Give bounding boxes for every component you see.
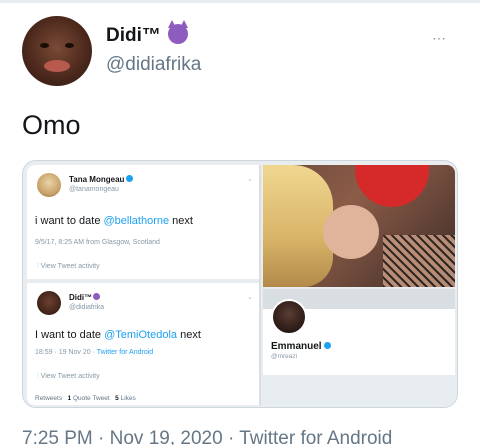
author-handle[interactable]: @didiafrika xyxy=(106,54,201,76)
tana-name-text: Tana Mongeau xyxy=(69,175,125,184)
didi-mini-name: Didi™ xyxy=(69,293,101,302)
screenshot-scrollbar xyxy=(259,165,261,405)
didi-activity: ⫶ View Tweet activity xyxy=(37,373,100,381)
author-name-text: Didi™ xyxy=(106,25,161,46)
tweet-timestamp: 7:25 PM · Nov 19, 2020 · Twitter for And… xyxy=(22,428,393,445)
didi-activity-text: View Tweet activity xyxy=(40,373,100,380)
tana-tweet-meta: 9/5/17, 8:25 AM from Glasgow, Scotland xyxy=(35,239,160,246)
kiss-photo xyxy=(263,165,455,287)
emmanuel-handle: @mreazi xyxy=(271,353,298,360)
devil-emoji-icon xyxy=(93,293,101,300)
verified-badge-icon xyxy=(126,175,134,182)
profile-card: Emmanuel @mreazi xyxy=(263,289,455,405)
devil-emoji-icon xyxy=(168,20,189,44)
avatar-eye-left xyxy=(40,43,49,48)
avatar-lips xyxy=(44,60,70,72)
profile-card-footer xyxy=(263,375,455,405)
tweet-text: Omo xyxy=(22,110,81,140)
verified-badge-icon xyxy=(323,342,331,349)
didi-tweet-text-end: next xyxy=(177,329,201,341)
didi-tweet-stats: Retweets 1 Quote Tweet 5 Likes xyxy=(35,395,136,402)
tana-handle: @tanamongeau xyxy=(69,186,119,193)
avatar-eye-right xyxy=(65,43,74,48)
tweet-media[interactable]: Tana Mongeau @tanamongeau ⌄ i want to da… xyxy=(22,160,458,408)
quote-count: 1 xyxy=(67,395,72,402)
tana-name: Tana Mongeau xyxy=(69,175,134,184)
didi-tweet-source: Twitter for Android xyxy=(96,349,154,356)
activity-chart-icon: ⫶ xyxy=(37,263,39,270)
didi-tweet-meta: 18:59 · 19 Nov 20 · Twitter for Android xyxy=(35,349,153,356)
mention-bellathorne: @bellathorne xyxy=(103,215,170,227)
activity-chart-icon: ⫶ xyxy=(37,373,39,380)
emmanuel-name: Emmanuel xyxy=(271,341,331,352)
tana-tweet-text-end: next xyxy=(169,215,193,227)
photo-fishnet xyxy=(383,235,455,287)
tana-activity-text: View Tweet activity xyxy=(40,263,100,270)
photo-red-cap xyxy=(355,165,429,207)
top-divider xyxy=(0,0,480,3)
chevron-down-icon: ⌄ xyxy=(247,294,253,301)
didi-tweet-time: 18:59 · 19 Nov 20 · xyxy=(35,349,97,356)
didi-mini-name-text: Didi™ xyxy=(69,293,93,302)
screenshot-tweet-thread: Tana Mongeau @tanamongeau ⌄ i want to da… xyxy=(27,165,259,405)
tweet-separator xyxy=(27,279,259,283)
didi-mini-handle: @didiafrika xyxy=(69,304,105,311)
didi-tweet-text-start: I want to date xyxy=(35,329,105,341)
likes-label: Likes xyxy=(120,395,136,402)
emmanuel-avatar xyxy=(271,299,307,335)
emmanuel-name-text: Emmanuel xyxy=(271,341,322,352)
photo-face xyxy=(323,205,379,259)
retweets-label: Retweets xyxy=(35,395,63,402)
tana-avatar xyxy=(37,173,61,197)
likes-count: 5 xyxy=(115,395,119,402)
mention-temiotedola: @TemiOtedola xyxy=(104,329,178,341)
tana-tweet-text-start: i want to date xyxy=(35,215,104,227)
didi-tweet-text: I want to date @TemiOtedola next xyxy=(35,329,201,341)
didi-mini-avatar xyxy=(37,291,61,315)
author-name[interactable]: Didi™ xyxy=(106,20,189,47)
more-options-icon[interactable]: ⋯ xyxy=(432,30,447,47)
tana-tweet-text: i want to date @bellathorne next xyxy=(35,215,193,227)
chevron-down-icon: ⌄ xyxy=(247,176,253,183)
tana-activity: ⫶ View Tweet activity xyxy=(37,263,100,271)
quote-label: Quote Tweet xyxy=(72,395,110,402)
author-avatar[interactable] xyxy=(22,16,92,86)
